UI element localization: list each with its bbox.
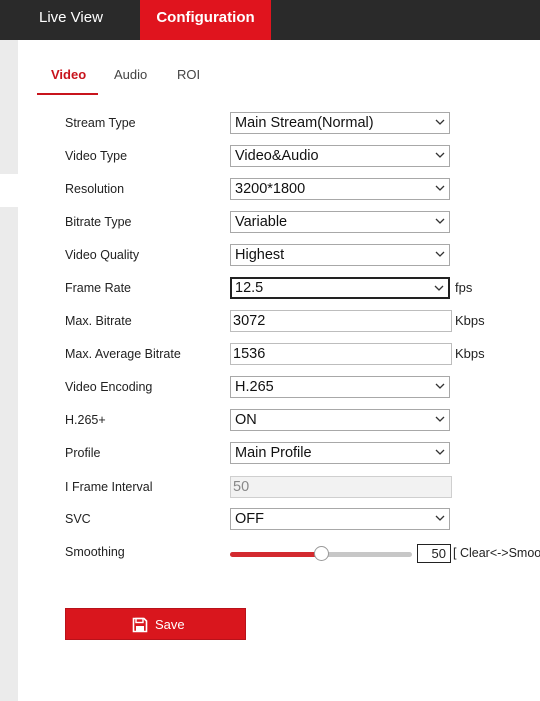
chevron-down-icon <box>435 515 445 521</box>
max-bitrate-input[interactable]: 3072 <box>230 310 452 332</box>
video-encoding-select[interactable]: H.265 <box>230 376 450 398</box>
video-quality-label: Video Quality <box>65 248 140 262</box>
nav-configuration[interactable]: Configuration <box>140 0 271 40</box>
stream-type-select[interactable]: Main Stream(Normal) <box>230 112 450 134</box>
row-svc: SVC OFF <box>65 508 540 532</box>
max-average-bitrate-unit: Kbps <box>455 346 485 361</box>
chevron-down-icon <box>435 251 445 257</box>
stream-type-value: Main Stream(Normal) <box>235 115 374 131</box>
row-h265-plus: H.265+ ON <box>65 409 540 433</box>
tab-bar: Video Audio ROI <box>18 40 540 96</box>
i-frame-interval-input: 50 <box>230 476 452 498</box>
bitrate-type-value: Variable <box>235 214 288 230</box>
row-max-bitrate: Max. Bitrate 3072 Kbps <box>65 310 540 334</box>
tab-audio[interactable]: Audio <box>114 67 147 82</box>
bitrate-type-select[interactable]: Variable <box>230 211 450 233</box>
bitrate-type-label: Bitrate Type <box>65 215 132 229</box>
chevron-down-icon <box>435 119 445 125</box>
max-bitrate-unit: Kbps <box>455 313 485 328</box>
row-smoothing: Smoothing 50 [ Clear<->Smoo <box>65 541 540 565</box>
profile-select[interactable]: Main Profile <box>230 442 450 464</box>
max-average-bitrate-input[interactable]: 1536 <box>230 343 452 365</box>
row-stream-type: Stream Type Main Stream(Normal) <box>65 112 540 136</box>
resolution-value: 3200*1800 <box>235 181 306 197</box>
chevron-down-icon <box>435 185 445 191</box>
chevron-down-icon <box>434 285 444 291</box>
video-type-label: Video Type <box>65 149 128 163</box>
chevron-down-icon <box>435 152 445 158</box>
smoothing-value-input[interactable]: 50 <box>417 544 451 563</box>
chevron-down-icon <box>435 383 445 389</box>
smoothing-slider[interactable] <box>230 546 412 561</box>
row-max-average-bitrate: Max. Average Bitrate 1536 Kbps <box>65 343 540 367</box>
smoothing-slider-fill <box>230 552 321 557</box>
h265-plus-select[interactable]: ON <box>230 409 450 431</box>
frame-rate-select[interactable]: 12.5 <box>230 277 450 299</box>
row-video-encoding: Video Encoding H.265 <box>65 376 540 400</box>
svc-label: SVC <box>65 512 91 526</box>
smoothing-slider-handle[interactable] <box>314 546 329 561</box>
profile-value: Main Profile <box>235 445 312 461</box>
svc-value: OFF <box>235 511 264 527</box>
active-tab-underline <box>37 93 98 95</box>
video-quality-select[interactable]: Highest <box>230 244 450 266</box>
smoothing-label: Smoothing <box>65 545 125 559</box>
chevron-down-icon <box>435 416 445 422</box>
tab-roi[interactable]: ROI <box>177 67 200 82</box>
h265-plus-value: ON <box>235 412 257 428</box>
top-nav-bar: Live View Configuration <box>0 0 540 40</box>
row-bitrate-type: Bitrate Type Variable <box>65 211 540 235</box>
tab-video[interactable]: Video <box>51 67 86 82</box>
save-button-label: Save <box>155 617 185 632</box>
left-sidebar-strip <box>0 40 18 701</box>
row-frame-rate: Frame Rate 12.5 fps <box>65 277 540 301</box>
video-encoding-label: Video Encoding <box>65 380 153 394</box>
video-type-value: Video&Audio <box>235 148 319 164</box>
nav-live-view[interactable]: Live View <box>39 0 103 40</box>
frame-rate-label: Frame Rate <box>65 281 131 295</box>
h265-plus-label: H.265+ <box>65 413 106 427</box>
row-profile: Profile Main Profile <box>65 442 540 466</box>
sidebar-selected-notch <box>0 174 18 207</box>
row-resolution: Resolution 3200*1800 <box>65 178 540 202</box>
save-button[interactable]: Save <box>65 608 246 640</box>
row-video-type: Video Type Video&Audio <box>65 145 540 169</box>
resolution-label: Resolution <box>65 182 125 196</box>
chevron-down-icon <box>435 218 445 224</box>
profile-label: Profile <box>65 446 101 460</box>
video-encoding-value: H.265 <box>235 379 274 395</box>
i-frame-interval-label: I Frame Interval <box>65 480 153 494</box>
video-type-select[interactable]: Video&Audio <box>230 145 450 167</box>
svc-select[interactable]: OFF <box>230 508 450 530</box>
frame-rate-unit: fps <box>455 280 473 295</box>
resolution-select[interactable]: 3200*1800 <box>230 178 450 200</box>
max-average-bitrate-label: Max. Average Bitrate <box>65 347 181 361</box>
max-bitrate-label: Max. Bitrate <box>65 314 132 328</box>
row-video-quality: Video Quality Highest <box>65 244 540 268</box>
chevron-down-icon <box>435 449 445 455</box>
frame-rate-value: 12.5 <box>235 280 264 296</box>
floppy-disk-icon <box>132 617 148 633</box>
stream-type-label: Stream Type <box>65 116 136 130</box>
video-quality-value: Highest <box>235 247 285 263</box>
smoothing-range-legend: [ Clear<->Smoo <box>453 546 540 560</box>
row-i-frame-interval: I Frame Interval 50 <box>65 476 540 500</box>
